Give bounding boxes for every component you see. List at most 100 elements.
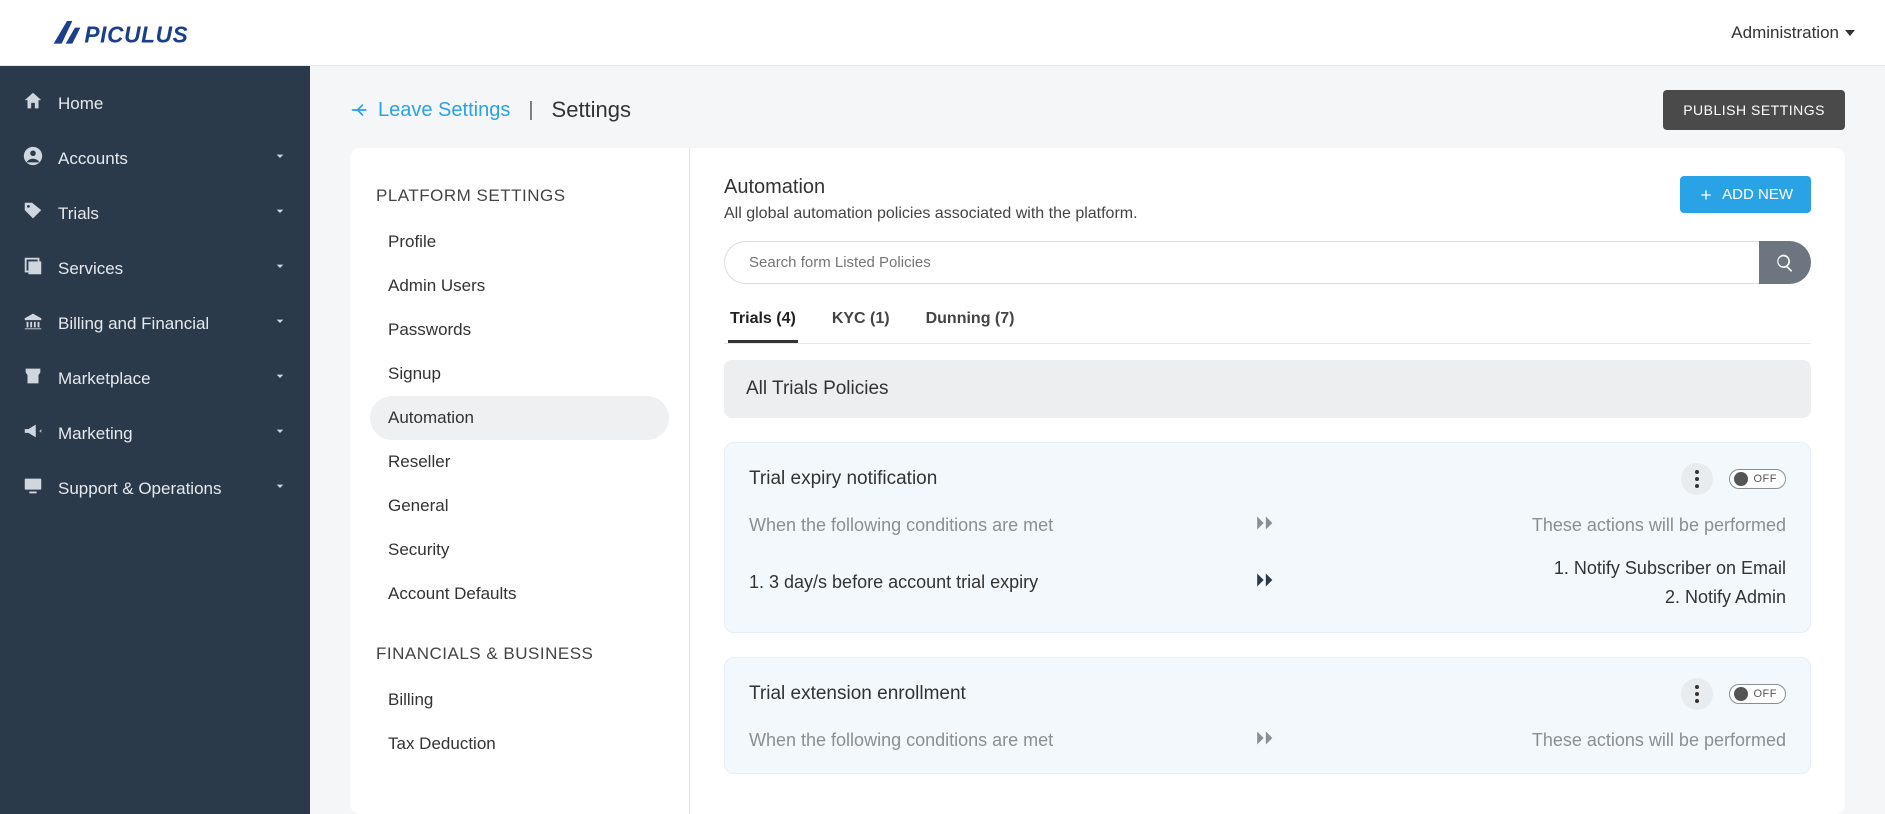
policy-title: Trial expiry notification <box>749 468 937 490</box>
home-icon <box>22 90 44 117</box>
actions-header: These actions will be performed <box>1298 730 1787 751</box>
administration-dropdown[interactable]: Administration <box>1731 23 1855 43</box>
bank-icon <box>22 310 44 337</box>
caret-down-icon <box>1845 30 1855 36</box>
user-circle-icon <box>22 145 44 172</box>
topbar: PICULUS Administration <box>0 0 1885 66</box>
store-icon <box>22 365 44 392</box>
policy-toggle[interactable]: OFF <box>1729 469 1787 489</box>
sidebar: Home Accounts Trials Services <box>0 66 310 814</box>
breadcrumb: Leave Settings | Settings <box>350 97 631 123</box>
tab-trials[interactable]: Trials (4) <box>728 300 798 343</box>
page-header: Leave Settings | Settings PUBLISH SETTIN… <box>310 66 1885 148</box>
settings-link-billing[interactable]: Billing <box>370 678 669 722</box>
apiculus-logo-icon: PICULUS <box>24 17 254 49</box>
policy-card: Trial extension enrollment OFF <box>724 657 1811 774</box>
search-input[interactable] <box>724 241 1759 284</box>
main: Leave Settings | Settings PUBLISH SETTIN… <box>310 66 1885 814</box>
sidebar-item-trials[interactable]: Trials <box>0 186 310 241</box>
policy-menu-button[interactable] <box>1681 463 1713 495</box>
sidebar-item-marketplace[interactable]: Marketplace <box>0 351 310 406</box>
settings-nav: PLATFORM SETTINGS Profile Admin Users Pa… <box>350 148 690 814</box>
sidebar-item-label: Home <box>58 94 103 114</box>
action-values: 1. Notify Subscriber on Email 2. Notify … <box>1298 554 1787 612</box>
settings-panel: PLATFORM SETTINGS Profile Admin Users Pa… <box>350 148 1845 814</box>
chevron-down-icon <box>272 478 288 499</box>
conditions-header: When the following conditions are met <box>749 730 1238 751</box>
settings-link-automation[interactable]: Automation <box>370 396 669 440</box>
content-subtitle: All global automation policies associate… <box>724 205 1138 223</box>
section-title: All Trials Policies <box>724 360 1811 418</box>
publish-settings-button[interactable]: PUBLISH SETTINGS <box>1663 90 1845 130</box>
kebab-icon <box>1695 685 1699 703</box>
chevron-down-icon <box>272 368 288 389</box>
toggle-knob <box>1734 472 1748 486</box>
arrow-icon <box>1238 570 1298 595</box>
leave-settings-link[interactable]: Leave Settings <box>350 99 510 122</box>
policy-menu-button[interactable] <box>1681 678 1713 710</box>
tab-dunning[interactable]: Dunning (7) <box>924 300 1017 343</box>
policy-title: Trial extension enrollment <box>749 683 966 705</box>
arrow-left-icon <box>350 100 370 120</box>
tag-icon <box>22 200 44 227</box>
chevron-down-icon <box>272 148 288 169</box>
sidebar-item-label: Billing and Financial <box>58 314 209 334</box>
plus-icon <box>1698 187 1714 203</box>
kebab-icon <box>1695 470 1699 488</box>
layers-icon <box>22 255 44 282</box>
settings-group-title: PLATFORM SETTINGS <box>376 186 663 206</box>
sidebar-item-label: Trials <box>58 204 99 224</box>
toggle-knob <box>1734 687 1748 701</box>
conditions-header: When the following conditions are met <box>749 515 1238 536</box>
chevron-down-icon <box>272 258 288 279</box>
chevron-down-icon <box>272 313 288 334</box>
settings-link-admin-users[interactable]: Admin Users <box>370 264 669 308</box>
settings-link-profile[interactable]: Profile <box>370 220 669 264</box>
search-button[interactable] <box>1759 241 1811 284</box>
sidebar-item-label: Support & Operations <box>58 479 221 499</box>
search-icon <box>1775 253 1795 273</box>
toggle-label: OFF <box>1754 688 1778 700</box>
settings-link-security[interactable]: Security <box>370 528 669 572</box>
toggle-label: OFF <box>1754 473 1778 485</box>
content: Automation All global automation policie… <box>690 148 1845 814</box>
chevron-down-icon <box>272 423 288 444</box>
administration-label: Administration <box>1731 23 1839 43</box>
tabs: Trials (4) KYC (1) Dunning (7) <box>724 300 1811 344</box>
leave-label: Leave Settings <box>378 99 510 122</box>
breadcrumb-sep: | <box>528 99 533 122</box>
page-title: Settings <box>552 97 632 123</box>
sidebar-item-accounts[interactable]: Accounts <box>0 131 310 186</box>
sidebar-item-home[interactable]: Home <box>0 76 310 131</box>
content-title: Automation <box>724 176 1138 199</box>
sidebar-item-label: Services <box>58 259 123 279</box>
action-line: 2. Notify Admin <box>1298 583 1787 612</box>
brand-logo: PICULUS <box>24 17 254 49</box>
settings-group-title: FINANCIALS & BUSINESS <box>376 644 663 664</box>
settings-link-account-defaults[interactable]: Account Defaults <box>370 572 669 616</box>
settings-link-reseller[interactable]: Reseller <box>370 440 669 484</box>
search-bar <box>724 241 1811 284</box>
settings-link-signup[interactable]: Signup <box>370 352 669 396</box>
action-line: 1. Notify Subscriber on Email <box>1298 554 1787 583</box>
sidebar-item-label: Marketplace <box>58 369 151 389</box>
sidebar-item-billing[interactable]: Billing and Financial <box>0 296 310 351</box>
sidebar-item-support[interactable]: Support & Operations <box>0 461 310 516</box>
megaphone-icon <box>22 420 44 447</box>
policy-toggle[interactable]: OFF <box>1729 684 1787 704</box>
settings-link-passwords[interactable]: Passwords <box>370 308 669 352</box>
arrow-icon <box>1238 728 1298 753</box>
policy-card: Trial expiry notification OFF <box>724 442 1811 633</box>
add-new-button[interactable]: ADD NEW <box>1680 176 1811 213</box>
sidebar-item-marketing[interactable]: Marketing <box>0 406 310 461</box>
settings-link-general[interactable]: General <box>370 484 669 528</box>
settings-link-tax-deduction[interactable]: Tax Deduction <box>370 722 669 766</box>
content-header: Automation All global automation policie… <box>724 176 1811 223</box>
add-new-label: ADD NEW <box>1722 186 1793 203</box>
monitor-icon <box>22 475 44 502</box>
tab-kyc[interactable]: KYC (1) <box>830 300 892 343</box>
shell: Home Accounts Trials Services <box>0 66 1885 814</box>
actions-header: These actions will be performed <box>1298 515 1787 536</box>
chevron-down-icon <box>272 203 288 224</box>
sidebar-item-services[interactable]: Services <box>0 241 310 296</box>
